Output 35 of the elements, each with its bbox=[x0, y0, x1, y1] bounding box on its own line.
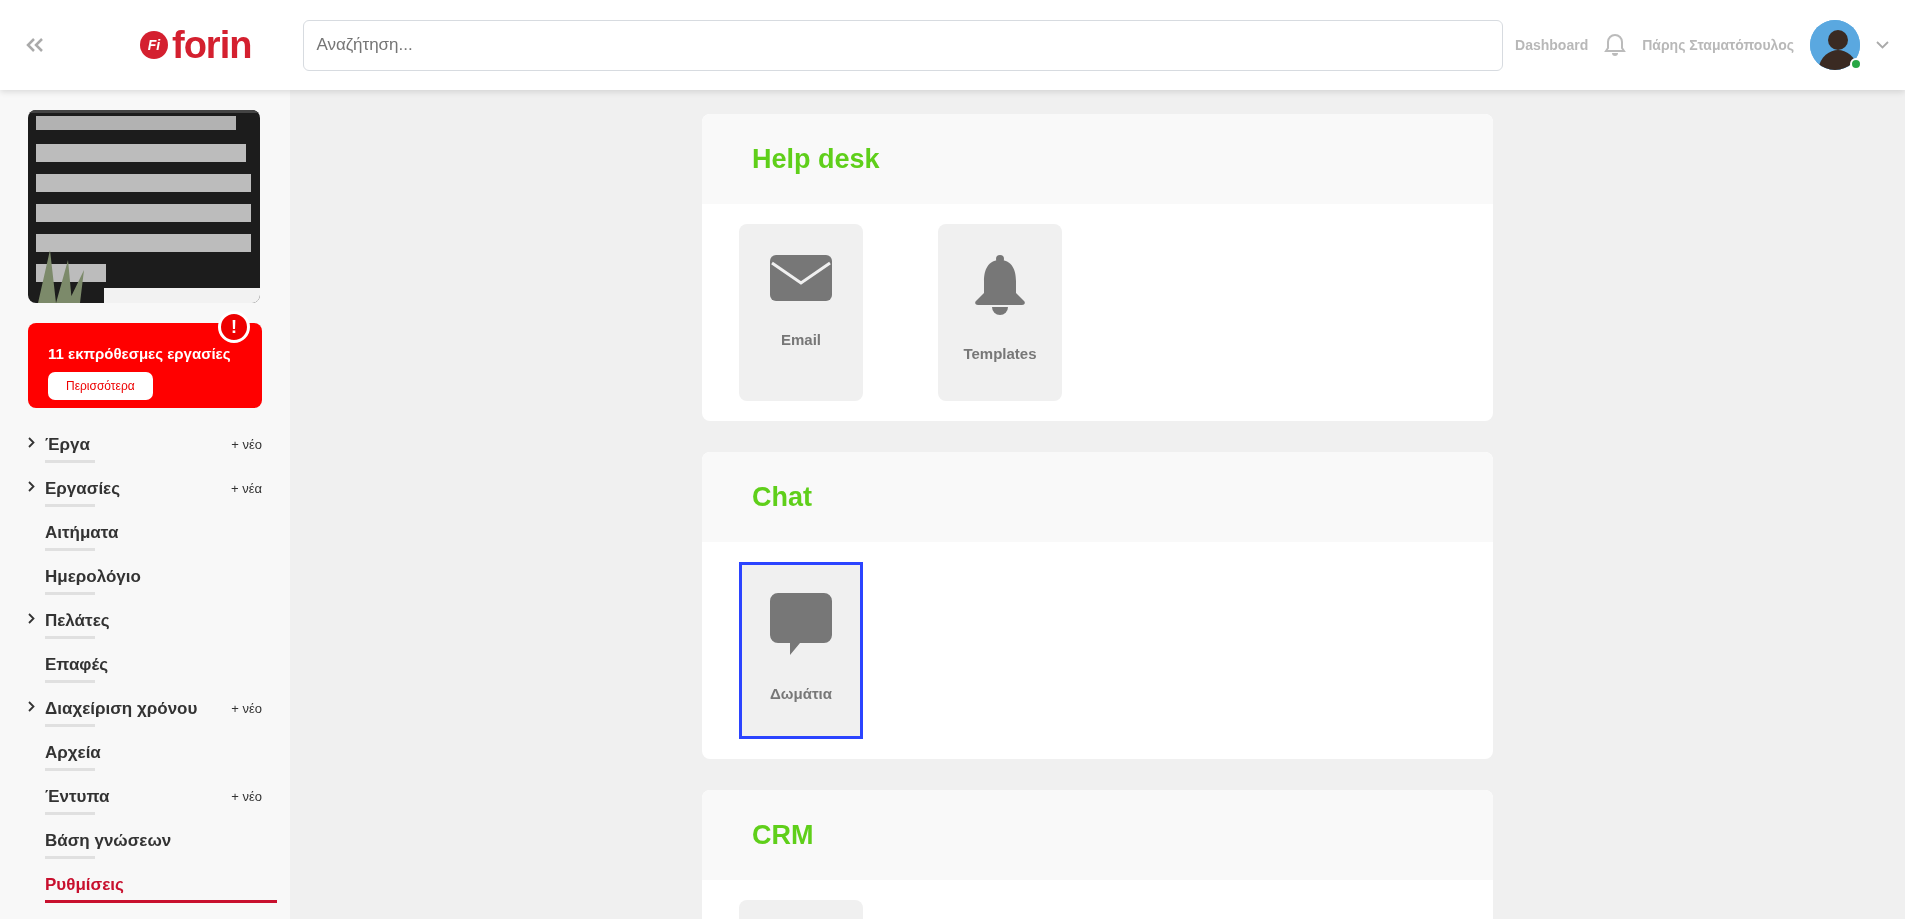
bell-icon bbox=[973, 255, 1027, 315]
sidebar-item[interactable]: Αρχεία bbox=[28, 740, 101, 766]
sidebar-item[interactable]: Επαφές bbox=[28, 652, 108, 678]
app-tile[interactable]: Email bbox=[739, 224, 863, 401]
search-field[interactable]: Αναζήτηση... bbox=[303, 19, 1504, 71]
chevron-right-icon[interactable] bbox=[28, 613, 35, 624]
avatar[interactable] bbox=[1810, 20, 1860, 70]
chevron-right-icon[interactable] bbox=[28, 701, 35, 712]
sidebar-item[interactable]: Εργασίες bbox=[28, 476, 121, 502]
add-new-link[interactable]: + νέο bbox=[231, 784, 262, 807]
sidebar-item[interactable]: Ρυθμίσεις bbox=[28, 872, 124, 898]
section-title: Chat bbox=[752, 480, 812, 514]
app-tile[interactable]: Δωμάτια bbox=[739, 562, 863, 739]
speech-bubble-icon bbox=[770, 593, 832, 655]
more-button[interactable]: Περισσότερα bbox=[48, 371, 153, 400]
sidebar-item[interactable]: Πελάτες bbox=[28, 608, 110, 634]
sidebar-item[interactable]: Βάση γνώσεων bbox=[28, 828, 172, 854]
sidebar-item[interactable]: Αιτήματα bbox=[28, 520, 119, 546]
alert-text: 11 εκπρόθεσμες εργασίες bbox=[48, 344, 232, 364]
section-title: Help desk bbox=[752, 142, 880, 176]
chevron-right-icon[interactable] bbox=[28, 481, 35, 492]
warning-badge: ! bbox=[218, 311, 250, 343]
sidebar-item[interactable]: Διαχείριση χρόνου bbox=[28, 696, 198, 722]
envelope-icon bbox=[770, 255, 832, 301]
sidebar-item[interactable]: Έργα bbox=[28, 432, 90, 458]
logo-text: forin bbox=[172, 26, 252, 64]
add-new-link[interactable]: + νέο bbox=[231, 696, 262, 719]
section-title: CRM bbox=[752, 818, 814, 852]
sidebar-item[interactable]: Ημερολόγιο bbox=[28, 564, 141, 590]
add-new-link[interactable]: + νέο bbox=[231, 432, 262, 455]
chevron-right-icon[interactable] bbox=[28, 437, 35, 448]
app-tile[interactable]: Templates bbox=[938, 224, 1062, 401]
logo-icon: Fi bbox=[140, 31, 168, 59]
add-new-link[interactable]: + νέα bbox=[231, 476, 262, 499]
sidebar-item[interactable]: Έντυπα bbox=[28, 784, 110, 810]
